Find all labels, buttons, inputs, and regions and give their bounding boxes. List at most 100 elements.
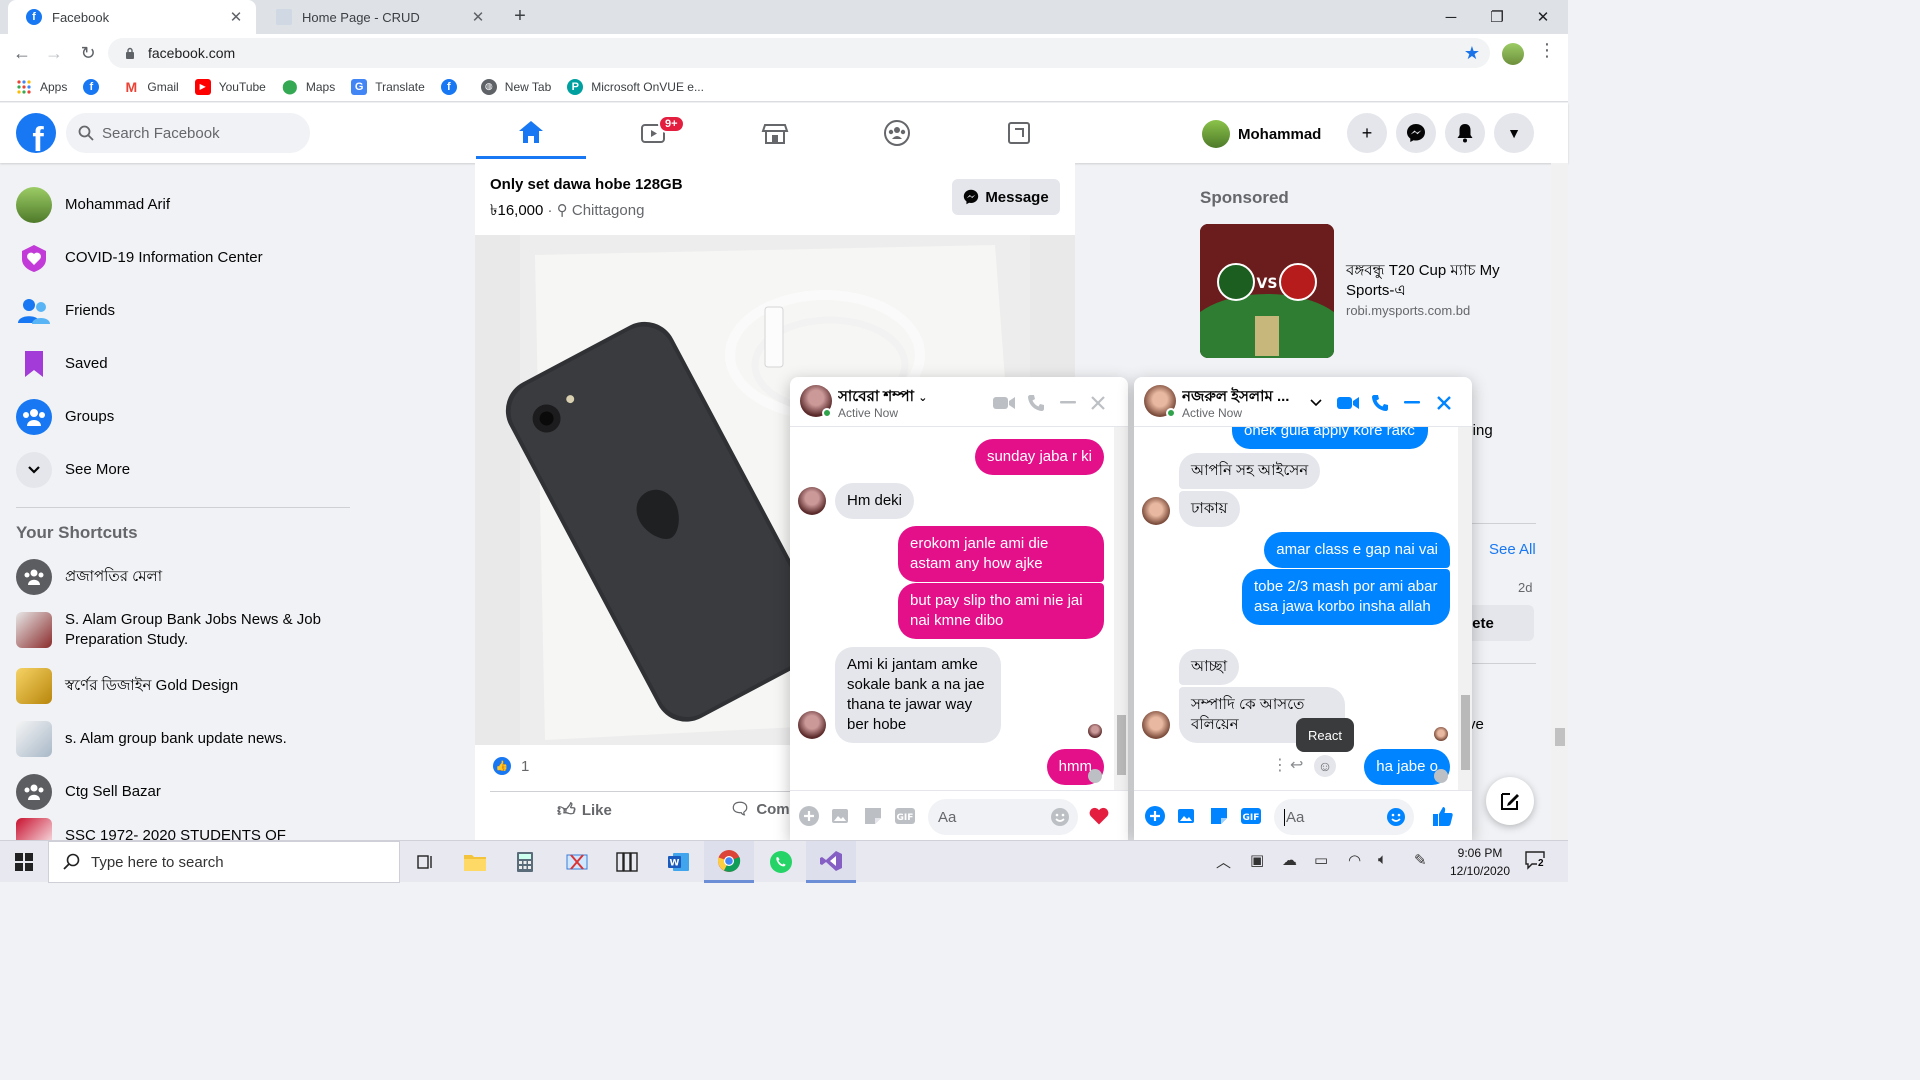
sticker-button[interactable] bbox=[862, 805, 884, 827]
voice-call-button[interactable] bbox=[1368, 391, 1392, 415]
chat-scrollbar[interactable] bbox=[1458, 427, 1472, 790]
chat-scrollbar[interactable] bbox=[1114, 427, 1128, 790]
onedrive-icon[interactable]: ☁ bbox=[1282, 851, 1297, 869]
meet-now-icon[interactable]: ▣ bbox=[1250, 851, 1264, 869]
taskbar-search-input[interactable]: Type here to search bbox=[48, 841, 400, 883]
profile-chip[interactable]: Mohammad bbox=[1202, 117, 1321, 151]
emoji-icon[interactable] bbox=[1386, 807, 1406, 831]
message-incoming[interactable]: ঢাকায় bbox=[1179, 491, 1240, 527]
close-tab-icon[interactable]: ✕ bbox=[226, 8, 246, 26]
notifications-button[interactable] bbox=[1445, 113, 1485, 153]
maximize-window-button[interactable]: ❐ bbox=[1474, 0, 1520, 34]
chat-header[interactable]: নজরুল ইসলাম ... Active Now bbox=[1134, 377, 1472, 427]
visual-studio-icon[interactable] bbox=[806, 841, 856, 883]
close-chat-button[interactable] bbox=[1086, 391, 1110, 415]
sticker-button[interactable] bbox=[1208, 805, 1230, 827]
close-tab-icon[interactable]: ✕ bbox=[468, 8, 488, 26]
more-options-icon[interactable]: ⋮ bbox=[1272, 755, 1288, 775]
more-actions-button[interactable] bbox=[1144, 805, 1166, 827]
video-call-button[interactable] bbox=[1336, 391, 1360, 415]
ad-title[interactable]: বঙ্গবন্ধু T20 Cup ম্যাচ My Sports-এ bbox=[1346, 261, 1536, 301]
ad-image[interactable]: VS bbox=[1200, 224, 1334, 358]
close-window-button[interactable]: ✕ bbox=[1520, 0, 1566, 34]
chat-messages[interactable]: sunday jaba r ki Hm deki erokom janle am… bbox=[790, 427, 1128, 790]
messenger-button[interactable] bbox=[1396, 113, 1436, 153]
message-outgoing[interactable]: erokom janle ami die astam any how ajke bbox=[898, 526, 1104, 582]
chrome-menu-icon[interactable]: ⋮ bbox=[1538, 40, 1556, 61]
like-button[interactable]: 👍︎ Like bbox=[557, 799, 612, 821]
new-message-button[interactable] bbox=[1486, 777, 1534, 825]
chat-header[interactable]: সাবেরা শম্পা ⌄ Active Now bbox=[790, 377, 1128, 427]
message-incoming[interactable]: আচ্ছা bbox=[1179, 649, 1240, 685]
minimize-chat-button[interactable] bbox=[1400, 391, 1424, 415]
create-button[interactable]: + bbox=[1347, 113, 1387, 153]
gif-button[interactable]: GIF bbox=[1240, 805, 1262, 827]
sidebar-item-covid[interactable]: COVID-19 Information Center bbox=[8, 232, 352, 284]
react-emoji-button[interactable]: ☺ bbox=[1314, 755, 1336, 777]
task-view-icon[interactable] bbox=[400, 841, 450, 883]
sidebar-item-groups[interactable]: Groups bbox=[8, 391, 352, 443]
bookmark-apps[interactable]: Apps bbox=[16, 79, 67, 95]
message-seller-button[interactable]: Message bbox=[952, 179, 1060, 215]
message-outgoing[interactable]: onek gula apply kore rakc bbox=[1232, 427, 1428, 449]
message-input[interactable]: Aa bbox=[1274, 799, 1414, 835]
attach-photo-button[interactable] bbox=[1176, 805, 1198, 827]
gif-button[interactable]: GIF bbox=[894, 805, 916, 827]
sidebar-item-friends[interactable]: Friends bbox=[8, 285, 352, 337]
url-field[interactable]: facebook.com ★ bbox=[108, 38, 1490, 68]
page-scrollbar[interactable] bbox=[1551, 163, 1568, 840]
bookmark-facebook-2[interactable]: f bbox=[440, 78, 465, 95]
shortcut-item[interactable]: S. Alam Group Bank Jobs News & Job Prepa… bbox=[8, 604, 352, 656]
reader-app-icon[interactable] bbox=[602, 841, 652, 883]
bookmark-translate[interactable]: G Translate bbox=[351, 78, 425, 95]
start-button[interactable] bbox=[0, 841, 48, 883]
chrome-profile-avatar[interactable] bbox=[1502, 43, 1524, 65]
nav-gaming[interactable] bbox=[964, 107, 1074, 159]
emoji-icon[interactable] bbox=[1050, 807, 1070, 831]
file-explorer-icon[interactable] bbox=[450, 841, 500, 883]
scrollbar-thumb[interactable] bbox=[1117, 715, 1126, 775]
nav-groups[interactable] bbox=[842, 107, 952, 159]
message-incoming[interactable]: Hm deki bbox=[835, 483, 915, 519]
shortcut-item[interactable]: SSC 1972- 2020 STUDENTS OF bbox=[8, 810, 352, 840]
snipping-tool-icon[interactable] bbox=[552, 841, 602, 883]
message-outgoing[interactable]: sunday jaba r ki bbox=[974, 439, 1104, 475]
new-tab-button[interactable]: + bbox=[508, 5, 532, 29]
reaction-summary[interactable]: 👍 1 bbox=[493, 757, 529, 775]
bookmark-facebook[interactable]: f bbox=[83, 78, 107, 95]
notifications-icon[interactable]: 2 bbox=[1524, 850, 1548, 872]
attach-photo-button[interactable] bbox=[830, 805, 852, 827]
facebook-logo-icon[interactable]: f bbox=[16, 113, 56, 153]
scrollbar-thumb[interactable] bbox=[1461, 695, 1470, 770]
pen-workspace-icon[interactable]: ✎ bbox=[1414, 851, 1427, 869]
nav-marketplace[interactable] bbox=[720, 107, 830, 159]
tab-facebook[interactable]: f Facebook ✕ bbox=[8, 0, 256, 34]
nav-home[interactable] bbox=[476, 107, 586, 159]
back-button[interactable]: ← bbox=[8, 40, 36, 66]
message-outgoing[interactable]: but pay slip tho ami nie jai nai kmne di… bbox=[898, 583, 1104, 639]
shortcut-item[interactable]: প্রজাপতির মেলা bbox=[8, 551, 352, 603]
more-actions-button[interactable] bbox=[798, 805, 820, 827]
chevron-down-icon[interactable] bbox=[1304, 391, 1328, 415]
calculator-icon[interactable] bbox=[500, 841, 550, 883]
sidebar-item-see-more[interactable]: See More bbox=[8, 444, 352, 496]
account-menu-button[interactable]: ▼ bbox=[1494, 113, 1534, 153]
battery-icon[interactable]: ▭ bbox=[1314, 851, 1328, 869]
wifi-icon[interactable]: ◠ bbox=[1348, 851, 1361, 869]
message-incoming[interactable]: Ami ki jantam amke sokale bank a na jae … bbox=[835, 647, 1001, 743]
shortcut-item[interactable]: s. Alam group bank update news. bbox=[8, 713, 352, 765]
message-input[interactable]: Aa bbox=[928, 799, 1078, 835]
send-like-button[interactable] bbox=[1432, 805, 1454, 827]
whatsapp-icon[interactable] bbox=[756, 841, 806, 883]
forward-button[interactable]: → bbox=[40, 40, 68, 66]
nav-watch[interactable]: 9+ bbox=[598, 107, 708, 159]
bookmark-youtube[interactable]: ▶ YouTube bbox=[194, 78, 266, 95]
message-outgoing[interactable]: amar class e gap nai vai bbox=[1264, 532, 1450, 568]
shortcut-item[interactable]: স্বর্ণের ডিজাইন Gold Design bbox=[8, 660, 352, 712]
chrome-icon[interactable] bbox=[704, 841, 754, 883]
minimize-window-button[interactable]: ─ bbox=[1428, 0, 1474, 34]
sidebar-item-saved[interactable]: Saved bbox=[8, 338, 352, 390]
volume-icon[interactable]: 🔈︎ bbox=[1378, 851, 1387, 868]
close-chat-button[interactable] bbox=[1432, 391, 1456, 415]
show-hidden-icons[interactable]: ︿ bbox=[1216, 851, 1231, 872]
